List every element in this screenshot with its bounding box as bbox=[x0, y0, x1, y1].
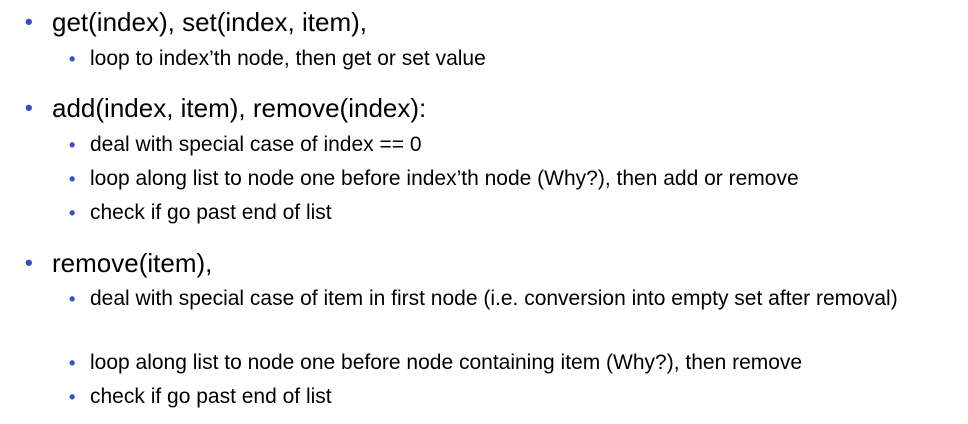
bullet-dot-icon: • bbox=[69, 135, 76, 155]
heading-text: remove(item), bbox=[52, 248, 213, 278]
sub-bullet-text: check if go past end of list bbox=[90, 201, 332, 224]
sub-bullet-text: check if go past end of list bbox=[90, 385, 332, 408]
sub-bullet-check-past-end: • check if go past end of list bbox=[69, 383, 332, 411]
heading-text: get(index), set(index, item), bbox=[52, 7, 368, 37]
bullet-heading-get-set: • get(index), set(index, item), bbox=[25, 7, 368, 37]
slide: • get(index), set(index, item), • loop t… bbox=[0, 0, 968, 424]
bullet-dot-icon: • bbox=[25, 9, 33, 34]
sub-bullet-loop-before-index: • loop along list to node one before ind… bbox=[69, 165, 799, 193]
bullet-dot-icon: • bbox=[25, 250, 33, 275]
sub-bullet-loop-to-index: • loop to index’th node, then get or set… bbox=[69, 45, 486, 73]
bullet-heading-remove-item: • remove(item), bbox=[25, 248, 213, 278]
bullet-dot-icon: • bbox=[69, 289, 76, 309]
sub-bullet-text: loop along list to node one before index… bbox=[90, 167, 799, 190]
sub-bullet-special-case-first-node: • deal with special case of item in firs… bbox=[69, 285, 930, 313]
bullet-dot-icon: • bbox=[69, 203, 76, 223]
bullet-heading-add-remove-index: • add(index, item), remove(index): bbox=[25, 93, 427, 123]
sub-bullet-text: deal with special case of index == 0 bbox=[90, 133, 422, 156]
sub-bullet-text: loop along list to node one before node … bbox=[90, 351, 803, 374]
bullet-dot-icon: • bbox=[25, 95, 33, 120]
sub-bullet-loop-before-node: • loop along list to node one before nod… bbox=[69, 349, 803, 377]
sub-bullet-text: loop to index’th node, then get or set v… bbox=[90, 47, 486, 70]
bullet-dot-icon: • bbox=[69, 49, 76, 69]
sub-bullet-text: deal with special case of item in first … bbox=[90, 287, 898, 310]
bullet-dot-icon: • bbox=[69, 387, 76, 407]
heading-text: add(index, item), remove(index): bbox=[52, 93, 427, 123]
bullet-dot-icon: • bbox=[69, 169, 76, 189]
bullet-dot-icon: • bbox=[69, 353, 76, 373]
sub-bullet-special-case-index: • deal with special case of index == 0 bbox=[69, 131, 422, 159]
sub-bullet-check-past-end: • check if go past end of list bbox=[69, 199, 332, 227]
